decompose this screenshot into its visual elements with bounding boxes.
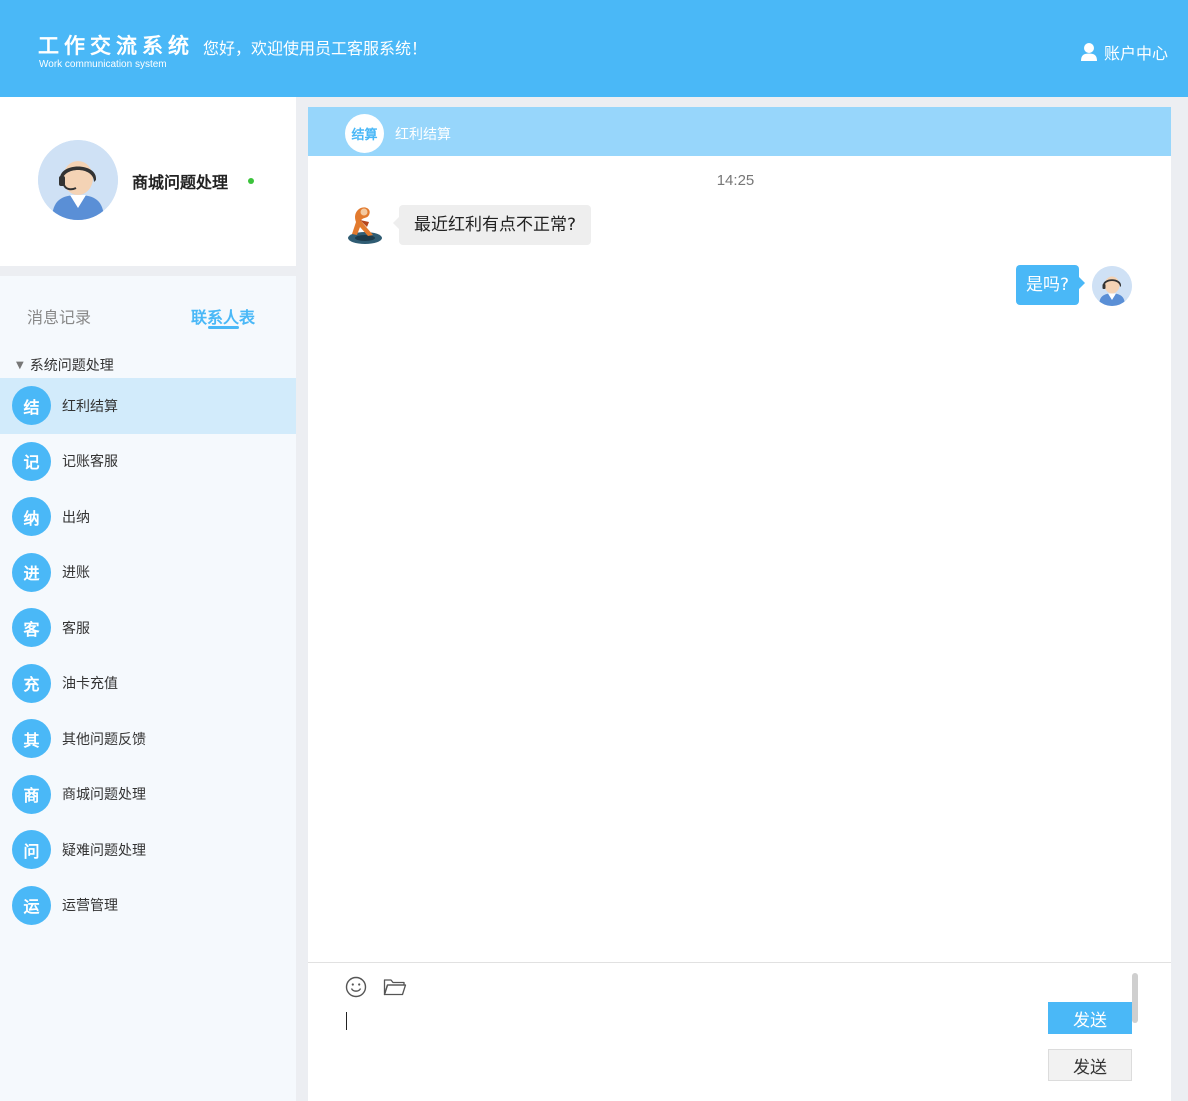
chat-window: 结算 红利结算 14:25 最近红利有点不正常? 是吗? 发送 发送: [308, 107, 1171, 1101]
contact-badge: 运: [12, 885, 51, 925]
contact-label: 油卡充值: [62, 676, 118, 693]
incoming-message: 最近红利有点不正常?: [392, 205, 592, 245]
contact-list: 结红利结算记记账客服纳出纳进进账客客服充油卡充值其其他问题反馈商商城问题处理问疑…: [0, 378, 296, 933]
online-status-dot: [248, 178, 254, 184]
folder-icon[interactable]: [383, 978, 407, 1000]
message-input[interactable]: [345, 1011, 1035, 1091]
send-button-secondary[interactable]: 发送: [1048, 1049, 1132, 1081]
contact-item[interactable]: 其其他问题反馈: [0, 711, 296, 767]
contact-avatar: [345, 205, 385, 245]
user-icon: [1080, 42, 1098, 62]
tab-message-history[interactable]: 消息记录: [27, 304, 91, 328]
active-tab-underline: [208, 326, 239, 329]
contact-item[interactable]: 商商城问题处理: [0, 767, 296, 823]
profile-name: 商城问题处理: [132, 173, 229, 192]
chat-header-badge: 结算: [345, 114, 384, 153]
contact-badge: 问: [12, 830, 51, 870]
smile-icon[interactable]: [345, 976, 367, 1002]
send-button[interactable]: 发送: [1048, 1002, 1132, 1034]
contact-item[interactable]: 结红利结算: [0, 378, 296, 434]
contact-label: 运营管理: [62, 898, 118, 915]
contact-label: 出纳: [62, 509, 90, 526]
avatar[interactable]: [38, 140, 118, 220]
contact-badge: 充: [12, 663, 51, 703]
message-timestamp: 14:25: [716, 172, 755, 189]
contact-group-label: 系统问题处理: [29, 358, 114, 374]
app-subtitle: Work communication system: [39, 59, 167, 70]
contact-item[interactable]: 充油卡充值: [0, 656, 296, 712]
contact-badge: 结: [12, 386, 51, 426]
contact-item[interactable]: 记记账客服: [0, 434, 296, 490]
contact-badge: 纳: [12, 497, 51, 537]
app-title: 工作交流系统: [38, 34, 194, 58]
contact-item[interactable]: 客客服: [0, 600, 296, 656]
top-header: 工作交流系统 Work communication system 您好，欢迎使用…: [0, 0, 1188, 97]
my-avatar: [1092, 266, 1132, 306]
contact-label: 疑难问题处理: [62, 842, 146, 859]
contact-badge: 商: [12, 774, 51, 814]
contact-label: 商城问题处理: [62, 787, 146, 804]
message-composer: 发送 发送: [308, 962, 1171, 1101]
contact-item[interactable]: 问疑难问题处理: [0, 822, 296, 878]
chat-header: 结算 红利结算: [308, 107, 1171, 156]
contact-item[interactable]: 纳出纳: [0, 489, 296, 545]
account-center-link[interactable]: 账户中心: [1080, 40, 1168, 64]
account-center-label: 账户中心: [1103, 44, 1168, 63]
contact-label: 客服: [62, 620, 90, 637]
contact-label: 红利结算: [62, 398, 118, 415]
profile-card: 商城问题处理: [0, 97, 296, 266]
contact-item[interactable]: 进进账: [0, 545, 296, 601]
contact-label: 进账: [62, 565, 90, 582]
contact-badge: 客: [12, 608, 51, 648]
contact-panel: 消息记录 联系人表 ▼ 系统问题处理 结红利结算记记账客服纳出纳进进账客客服充油…: [0, 276, 296, 1101]
contact-badge: 进: [12, 552, 51, 592]
welcome-text: 您好，欢迎使用员工客服系统！: [203, 39, 428, 58]
caret-down-icon: ▼: [16, 359, 24, 371]
text-caret: [346, 1012, 347, 1030]
contact-item[interactable]: 运运营管理: [0, 878, 296, 934]
contact-label: 其他问题反馈: [62, 731, 146, 748]
contact-label: 记账客服: [62, 454, 118, 471]
outgoing-message: 是吗?: [1015, 265, 1086, 305]
chat-header-title: 红利结算: [395, 127, 451, 143]
composer-scrollbar[interactable]: [1132, 973, 1138, 1023]
tab-contacts[interactable]: 联系人表: [191, 304, 255, 328]
contact-group-header[interactable]: ▼ 系统问题处理: [16, 355, 114, 375]
contact-badge: 记: [12, 441, 51, 481]
contact-badge: 其: [12, 719, 51, 759]
